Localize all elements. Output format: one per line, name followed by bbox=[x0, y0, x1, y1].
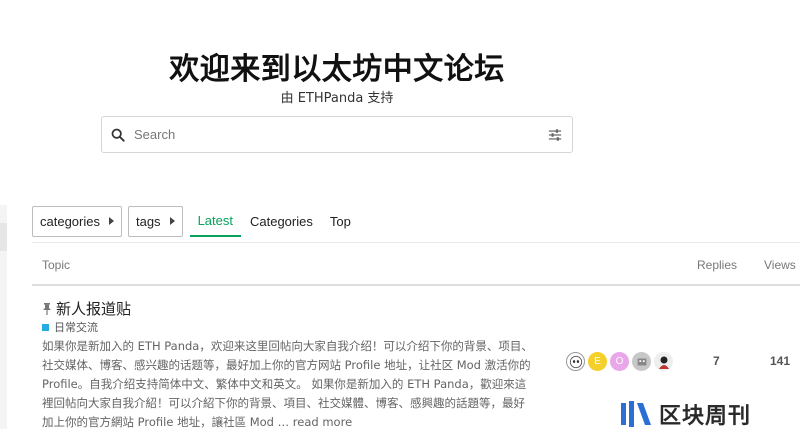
tab-latest[interactable]: Latest bbox=[189, 206, 241, 237]
column-header-views[interactable]: Views bbox=[764, 258, 796, 272]
category-color-swatch bbox=[42, 323, 49, 331]
read-more-link[interactable]: read more bbox=[293, 415, 352, 429]
panda-avatar-icon[interactable] bbox=[566, 352, 585, 371]
topic-posters: E O bbox=[566, 352, 676, 371]
caret-right-icon bbox=[108, 217, 114, 225]
pin-icon bbox=[43, 302, 51, 315]
column-header-replies[interactable]: Replies bbox=[697, 258, 737, 272]
hero-title: 欢迎来到以太坊中文论坛 bbox=[169, 52, 505, 87]
character-avatar-icon[interactable] bbox=[654, 352, 673, 371]
topic-excerpt: 如果你是新加入的 ETH Panda，欢迎来这里回帖向大家自我介绍！可以介绍下你… bbox=[42, 337, 534, 429]
left-sidebar-edge bbox=[0, 205, 7, 429]
column-header-topic[interactable]: Topic bbox=[42, 258, 70, 272]
caret-right-icon bbox=[169, 217, 175, 225]
watermark-text: 区块周刊 bbox=[659, 404, 752, 429]
categories-dropdown-label: categories bbox=[40, 213, 100, 229]
tags-dropdown[interactable]: tags bbox=[127, 205, 183, 237]
watermark: 区块周刊 bbox=[619, 398, 751, 429]
letter-avatar-icon[interactable]: E bbox=[588, 352, 607, 371]
letter-avatar-icon[interactable]: O bbox=[610, 352, 629, 371]
views-count: 141 bbox=[770, 354, 791, 368]
sidebar-toggle[interactable] bbox=[0, 223, 7, 251]
topic-title: 新人报道贴 bbox=[56, 300, 132, 318]
topic-navigation: categories tags Latest Categories Top bbox=[32, 205, 359, 237]
divider bbox=[32, 242, 800, 243]
category-badge[interactable]: 日常交流 bbox=[42, 319, 98, 335]
tags-dropdown-label: tags bbox=[135, 213, 161, 229]
tab-categories[interactable]: Categories bbox=[242, 206, 321, 237]
divider bbox=[32, 284, 800, 286]
pixel-avatar-icon[interactable] bbox=[632, 352, 651, 371]
categories-dropdown[interactable]: categories bbox=[32, 205, 122, 237]
search-input[interactable] bbox=[134, 127, 548, 142]
category-name: 日常交流 bbox=[54, 321, 98, 334]
tab-top[interactable]: Top bbox=[322, 206, 359, 237]
sliders-icon[interactable] bbox=[548, 128, 562, 142]
topic-title-link[interactable]: 新人报道贴 bbox=[42, 298, 131, 319]
topic-excerpt-text: 如果你是新加入的 ETH Panda，欢迎来这里回帖向大家自我介绍！可以介绍下你… bbox=[42, 339, 533, 429]
blockweekly-logo-icon bbox=[621, 401, 651, 427]
replies-count: 7 bbox=[713, 354, 720, 368]
search-icon bbox=[111, 128, 125, 142]
hero-subtitle: 由 ETHPanda 支持 bbox=[280, 91, 394, 106]
search-bar[interactable] bbox=[101, 116, 573, 153]
